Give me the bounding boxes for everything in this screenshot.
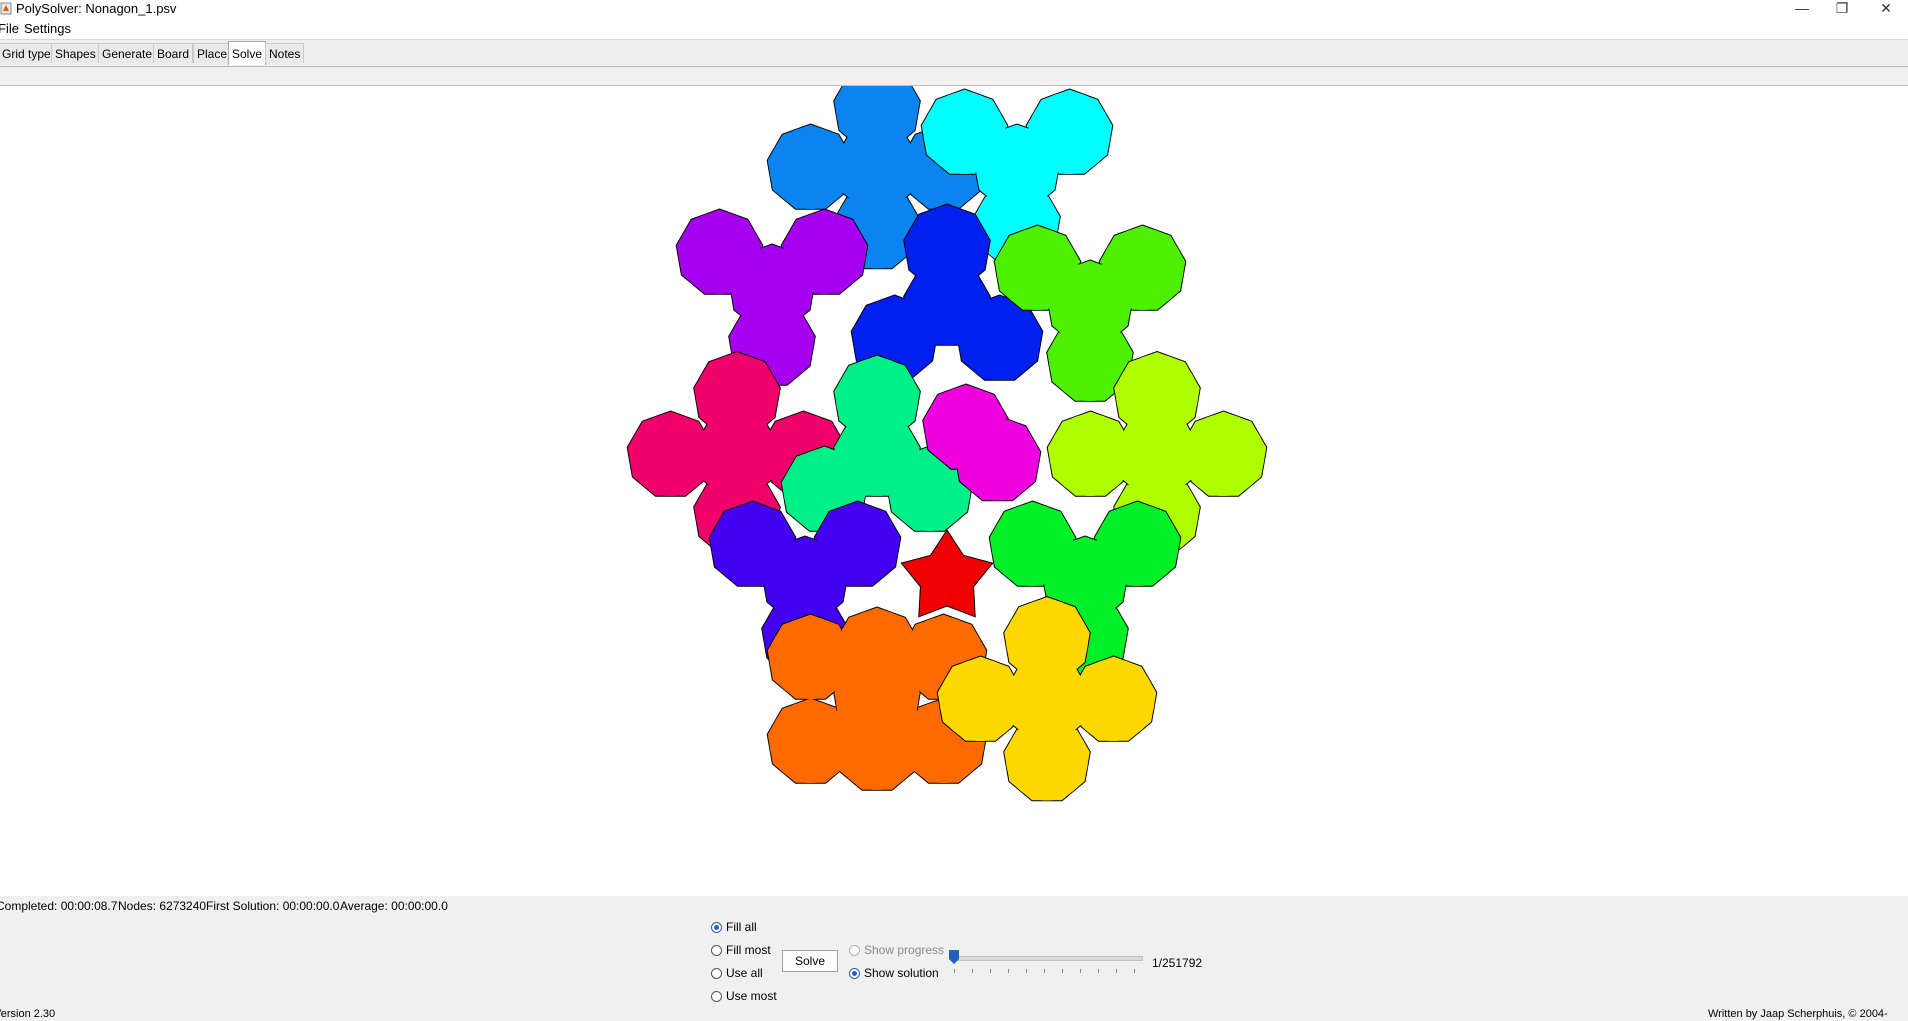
radio-icon[interactable] [849,944,860,956]
show-progress-option[interactable]: Show progress [849,943,944,957]
slider-thumb[interactable] [949,950,959,964]
restore-icon: ❐ [1835,0,1849,16]
solution-board [0,86,1908,896]
credit-label: Written by Jaap Scherphuis, © 2004-2016 [1708,1008,1888,1020]
close-button[interactable]: ✕ [1864,0,1908,17]
minimize-icon: — [1795,0,1809,16]
solution-slider[interactable] [949,950,1143,976]
tab-place[interactable]: Place [193,43,232,63]
version-label: Version 2.30 [0,1008,56,1020]
tab-grid-type[interactable]: Grid type [0,43,55,63]
solve-controls: Fill all Fill most Use all Use most Solv… [0,916,1908,1008]
radio-icon[interactable] [711,990,722,1002]
window-title: PolySolver: Nonagon_1.psv [16,1,177,16]
slider-track[interactable] [951,956,1143,961]
mode-use-most[interactable]: Use most [711,989,777,1003]
board-piece [900,529,994,618]
completed-time: Completed: 00:00:08.7 [0,899,118,913]
tab-notes[interactable]: Notes [265,43,305,63]
board-canvas [626,86,1268,802]
tab-solve[interactable]: Solve [228,41,267,65]
menu-settings[interactable]: Settings [22,18,73,39]
close-icon: ✕ [1880,0,1892,16]
tab-shapes[interactable]: Shapes [51,43,100,63]
footer: Version 2.30 Written by Jaap Scherphuis,… [0,1008,1908,1021]
average-time: Average: 00:00:00.0 [340,899,448,913]
restore-button[interactable]: ❐ [1820,0,1864,17]
title-bar: PolySolver: Nonagon_1.psv — ❐ ✕ [0,0,1908,17]
board-piece [675,208,869,386]
app-icon [0,2,12,15]
radio-icon[interactable] [711,944,722,956]
mode-fill-all[interactable]: Fill all [711,920,757,934]
minimize-button[interactable]: — [1780,0,1824,17]
radio-icon[interactable] [849,967,860,979]
radio-icon[interactable] [711,921,722,933]
tab-generate[interactable]: Generate [98,43,157,63]
menu-file[interactable]: File [0,18,21,39]
mode-fill-most[interactable]: Fill most [711,943,771,957]
menu-bar: File Settings [0,18,1908,40]
first-solution-time: First Solution: 00:00:00.0 [206,899,340,913]
radio-icon[interactable] [711,967,722,979]
nodes-count: Nodes: 6273240 [118,899,207,913]
tab-board[interactable]: Board [153,43,194,63]
solve-status: Completed: 00:00:08.7 Nodes: 6273240 Fir… [0,896,1908,916]
solution-counter: 1/251792 [1152,956,1203,970]
solve-button[interactable]: Solve [782,950,838,972]
show-solution-option[interactable]: Show solution [849,966,939,980]
mode-use-all[interactable]: Use all [711,966,763,980]
tab-bar: Grid type Shapes Generate Board Place So… [0,40,1908,67]
tab-content-header [0,67,1908,86]
